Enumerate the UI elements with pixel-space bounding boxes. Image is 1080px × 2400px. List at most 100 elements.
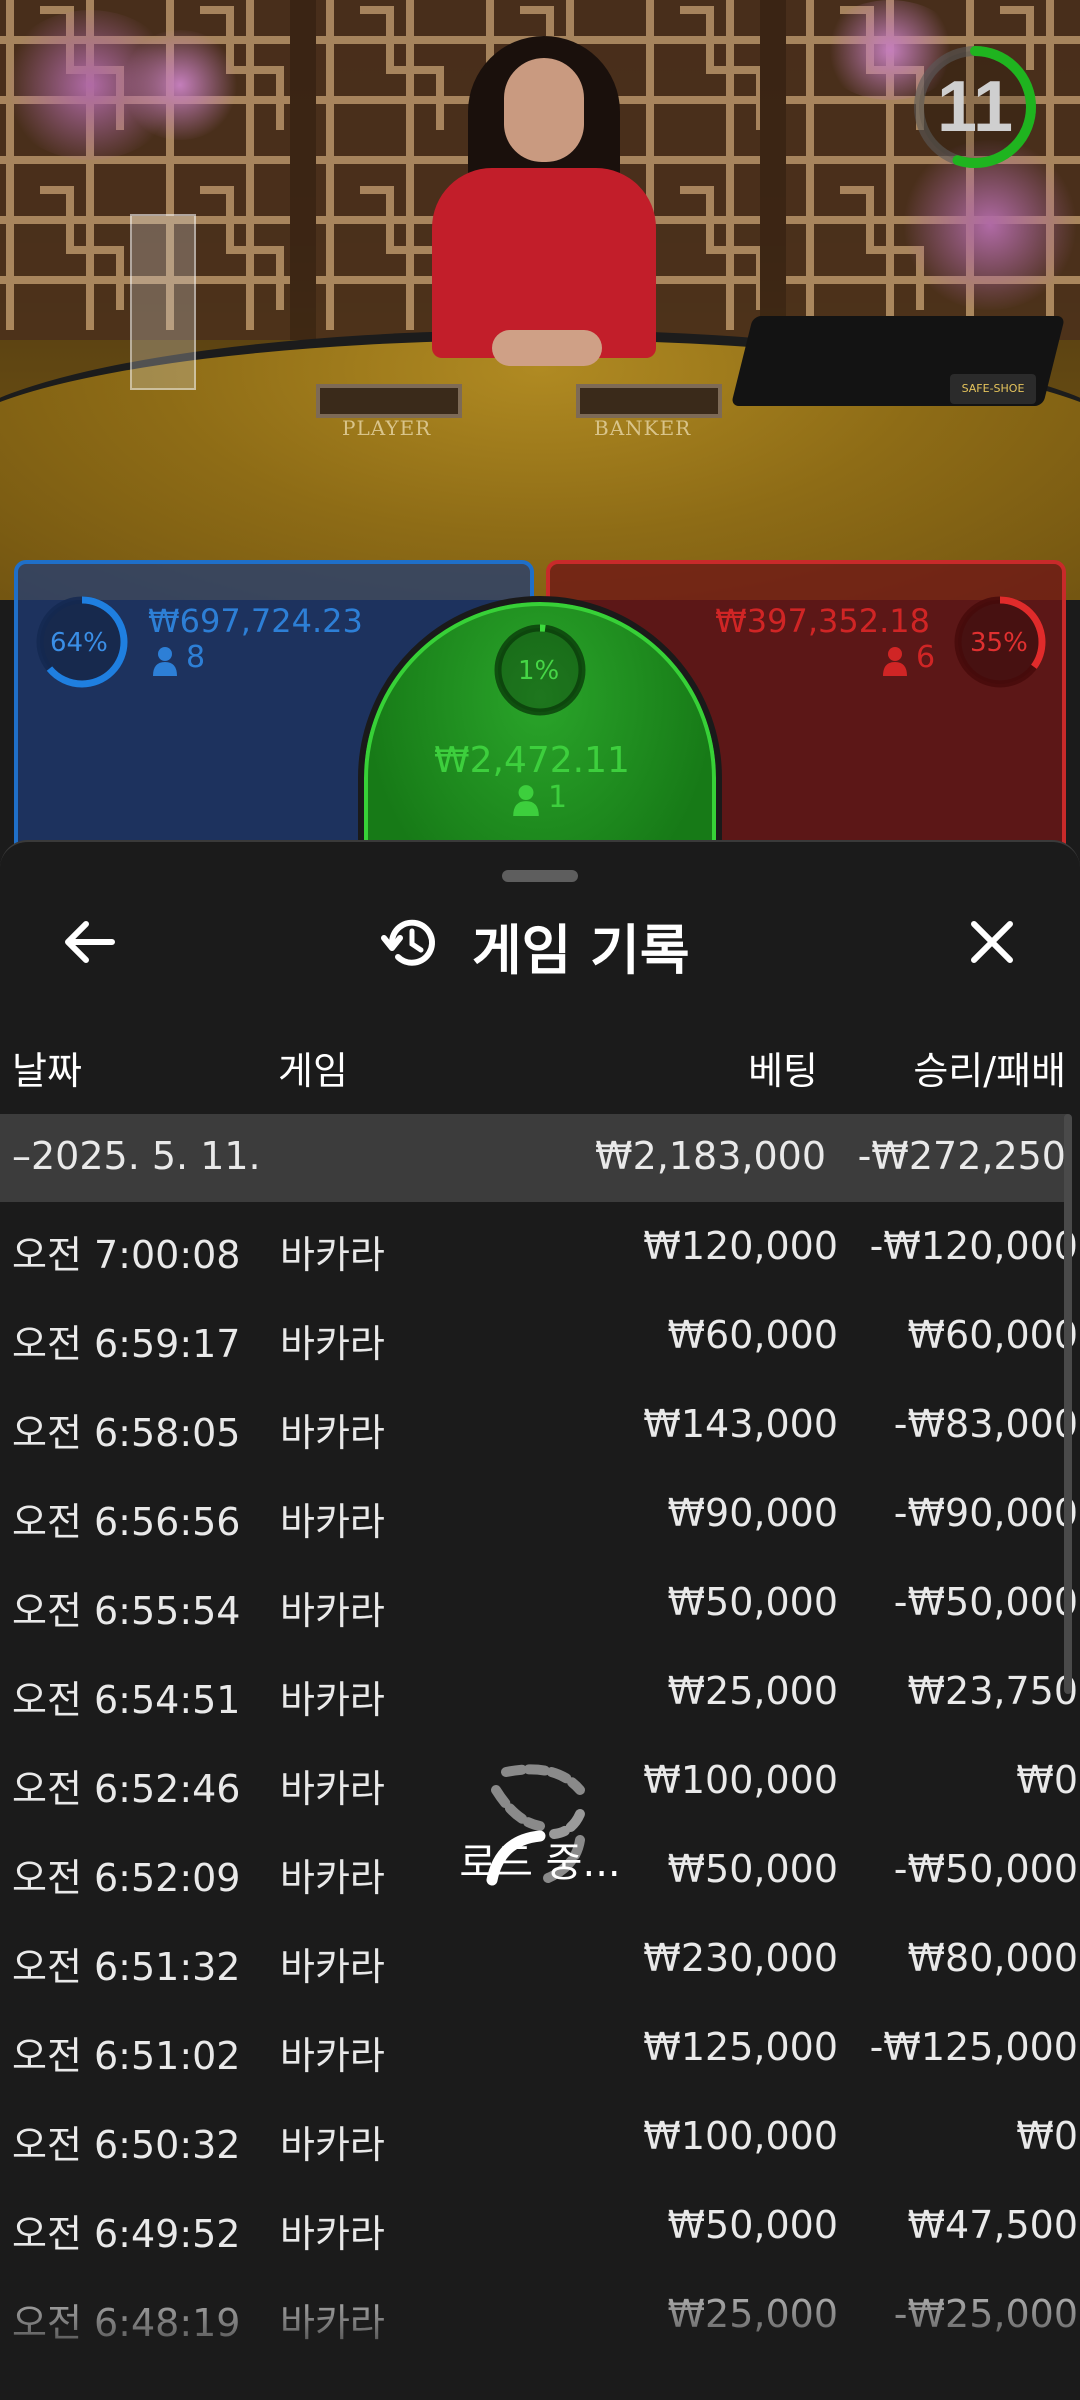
game-history-sheet: 게임 기록 날짜 게임 베팅 승리/패배 –2025. 5. 11. ₩2,18… [0,840,1080,2400]
summary-result-total: -₩272,250 [857,1134,1066,1178]
banker-percent: 35% [970,628,1028,658]
history-row-time: 오전 7:00:08 [12,1233,241,1277]
history-row-result: -₩125,000 [869,2025,1078,2069]
arrow-left-icon [60,918,116,970]
dealer-hands [492,330,602,366]
countdown-number: 11 [936,67,1014,147]
history-row[interactable]: 오전 6:49:52 바카라 ₩50,000 ₩47,500 [0,2181,1080,2270]
history-row-time: 오전 6:59:17 [12,1322,241,1366]
history-row-game: 바카라 [280,1589,385,1633]
close-button[interactable] [952,904,1032,984]
history-row-game: 바카라 [280,1500,385,1544]
history-row-result: ₩0 [1016,2114,1078,2158]
person-icon [152,646,178,680]
history-row-game: 바카라 [280,1322,385,1366]
summary-bet-total: ₩2,183,000 [595,1134,826,1178]
history-icon [380,912,442,978]
history-row-result: -₩50,000 [893,1580,1078,1624]
person-icon [512,784,540,820]
history-row[interactable]: 오전 6:54:51 바카라 ₩25,000 ₩23,750 [0,1647,1080,1736]
history-row-result: ₩80,000 [907,1936,1078,1980]
history-row-time: 오전 6:54:51 [12,1678,241,1722]
history-row-time: 오전 6:52:09 [12,1856,241,1900]
history-row-bet: ₩90,000 [667,1491,838,1535]
history-row-time: 오전 6:56:56 [12,1500,241,1544]
history-row-game: 바카라 [280,1678,385,1722]
history-row[interactable]: 오전 6:59:17 바카라 ₩60,000 ₩60,000 [0,1291,1080,1380]
blossom-decoration [120,30,240,140]
history-row-time: 오전 6:58:05 [12,1411,241,1455]
discard-box [130,214,196,390]
player-percent: 64% [50,628,108,658]
shoe-brand-label: SAFE-SHOE [950,374,1036,404]
player-bettor-count: 8 [186,640,206,675]
player-total-bet: ₩697,724.23 [148,602,363,640]
history-row-result: ₩60,000 [907,1313,1078,1357]
history-row[interactable]: 오전 6:55:54 바카라 ₩50,000 -₩50,000 [0,1558,1080,1647]
history-row-game: 바카라 [280,1233,385,1277]
history-row-bet: ₩230,000 [643,1936,838,1980]
history-row[interactable]: 오전 6:58:05 바카라 ₩143,000 -₩83,000 [0,1380,1080,1469]
sheet-drag-handle[interactable] [502,870,578,882]
tie-percent: 1% [518,656,560,686]
history-row-time: 오전 6:51:02 [12,2034,241,2078]
history-row-bet: ₩120,000 [643,1224,838,1268]
history-row[interactable]: 오전 6:50:32 바카라 ₩100,000 ₩0 [0,2092,1080,2181]
tie-bettor-count: 1 [548,780,568,815]
sheet-header: 게임 기록 [380,908,690,982]
banker-bettor-count: 6 [916,640,936,675]
history-row-game: 바카라 [280,2212,385,2256]
column-header-date[interactable]: 날짜 [12,1040,82,1095]
history-row-time: 오전 6:49:52 [12,2212,241,2256]
history-row-bet: ₩100,000 [643,1758,838,1802]
history-row-time: 오전 6:50:32 [12,2123,241,2167]
history-row-bet: ₩50,000 [667,1580,838,1624]
history-row-result: ₩47,500 [907,2203,1078,2247]
history-row[interactable]: 오전 6:51:02 바카라 ₩125,000 -₩125,000 [0,2003,1080,2092]
history-row-result: -₩90,000 [893,1491,1078,1535]
dealer-face [504,58,584,162]
column-header-result[interactable]: 승리/패배 [913,1040,1066,1095]
page-title: 게임 기록 [472,918,690,982]
column-header-game[interactable]: 게임 [278,1040,348,1095]
history-row-game: 바카라 [280,1411,385,1455]
history-row-time: 오전 6:51:32 [12,1945,241,1989]
list-fade-overlay [0,2262,1080,2400]
history-row-game: 바카라 [280,2034,385,2078]
history-row-game: 바카라 [280,2123,385,2167]
history-row[interactable]: 오전 6:56:56 바카라 ₩90,000 -₩90,000 [0,1469,1080,1558]
column-header-bet[interactable]: 베팅 [748,1040,818,1095]
history-row-result: -₩50,000 [893,1847,1078,1891]
history-row-result: -₩83,000 [893,1402,1078,1446]
date-group-summary-row[interactable]: –2025. 5. 11. ₩2,183,000 -₩272,250 [0,1114,1068,1202]
history-row-game: 바카라 [280,1767,385,1811]
history-row[interactable]: 오전 7:00:08 바카라 ₩120,000 -₩120,000 [0,1202,1080,1291]
history-row-bet: ₩50,000 [667,2203,838,2247]
banker-total-bet: ₩397,352.18 [715,602,930,640]
history-row-bet: ₩125,000 [643,2025,838,2069]
history-row-bet: ₩50,000 [667,1847,838,1891]
tie-total-bet: ₩2,472.11 [434,740,630,781]
history-row-game: 바카라 [280,1856,385,1900]
player-table-label: PLAYER [342,416,432,440]
close-icon [968,918,1016,970]
history-row[interactable]: 오전 6:51:32 바카라 ₩230,000 ₩80,000 [0,1914,1080,2003]
loading-text: 로드 중... [459,1840,621,1886]
history-row-result: ₩0 [1016,1758,1078,1802]
person-icon [882,646,908,680]
history-row-result: -₩120,000 [869,1224,1078,1268]
history-row-time: 오전 6:55:54 [12,1589,241,1633]
player-card-slot [316,384,462,418]
history-row-bet: ₩100,000 [643,2114,838,2158]
summary-date: –2025. 5. 11. [12,1134,261,1178]
history-row-bet: ₩60,000 [667,1313,838,1357]
history-row-result: ₩23,750 [907,1669,1078,1713]
scrollbar[interactable] [1064,1114,1072,1694]
history-row-bet: ₩25,000 [667,1669,838,1713]
history-row-time: 오전 6:52:46 [12,1767,241,1811]
banker-card-slot [576,384,722,418]
back-button[interactable] [48,904,128,984]
history-row-bet: ₩143,000 [643,1402,838,1446]
history-row-game: 바카라 [280,1945,385,1989]
banker-table-label: BANKER [594,416,692,440]
